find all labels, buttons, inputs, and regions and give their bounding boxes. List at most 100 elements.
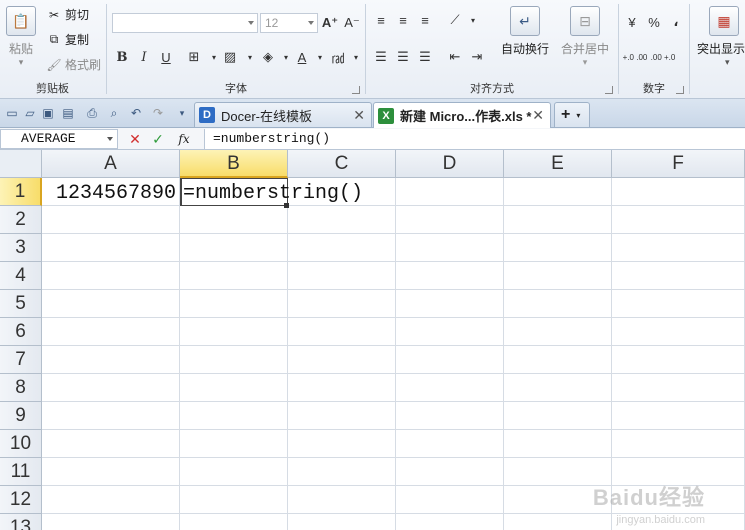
name-box-value: AVERAGE (21, 131, 76, 146)
clipboard-group: 📋 粘贴 ▾ ✂ 剪切 ⧉ 复制 🖌 格式刷 剪贴板 (0, 0, 105, 99)
increase-decimal-button[interactable]: +.0 .00 (622, 47, 648, 67)
row-gridline (42, 233, 745, 234)
row-header-11[interactable]: 11 (0, 458, 42, 486)
column-header-a[interactable]: A (42, 150, 180, 178)
chevron-down-icon[interactable]: ▾ (697, 57, 745, 68)
alignment-group-label: 对齐方式 (470, 83, 514, 95)
column-header-e[interactable]: E (504, 150, 612, 178)
underline-button[interactable]: U (156, 47, 176, 67)
copy-icon: ⧉ (49, 32, 59, 46)
new-tab-button[interactable]: + ▾ (554, 102, 590, 127)
chevron-down-icon (248, 21, 254, 25)
increase-indent-icon[interactable]: ⇥ (467, 47, 487, 67)
wrap-text-button[interactable]: ↵ 自动换行 (497, 6, 553, 57)
column-header-b[interactable]: B (180, 150, 288, 178)
save-icon[interactable]: ▣ (40, 105, 56, 121)
column-gridline (611, 178, 612, 530)
align-bottom-icon[interactable]: ≡ (415, 10, 435, 30)
row-header-12[interactable]: 12 (0, 486, 42, 514)
font-color-icon[interactable]: A (292, 47, 312, 67)
customize-toolbar-icon[interactable]: ▾ (174, 105, 190, 121)
redo-icon[interactable]: ↷ (150, 105, 166, 121)
row-header-2[interactable]: 2 (0, 206, 42, 234)
row-header-1[interactable]: 1 (0, 178, 42, 206)
cell-b1-editing[interactable]: =numberstring() (183, 182, 363, 205)
row-header-7[interactable]: 7 (0, 346, 42, 374)
font-size-combo[interactable]: 12 (260, 13, 318, 33)
currency-icon[interactable]: ¥ (622, 12, 642, 32)
name-box[interactable]: AVERAGE (0, 129, 118, 149)
formula-input[interactable]: =numberstring() (204, 129, 745, 149)
row-header-9[interactable]: 9 (0, 402, 42, 430)
align-center-icon[interactable]: ☰ (393, 47, 413, 67)
percent-button[interactable]: % (644, 12, 664, 32)
merge-center-button[interactable]: ⊟ 合并居中 ▾ (557, 6, 613, 68)
column-header-f[interactable]: F (612, 150, 745, 178)
row-header-13[interactable]: 13 (0, 514, 42, 530)
column-gridline (179, 178, 180, 530)
format-painter-button[interactable]: 🖌 格式刷 (46, 56, 101, 73)
align-middle-icon[interactable]: ≡ (393, 10, 413, 30)
chevron-down-icon[interactable]: ▾ (557, 57, 613, 68)
cell-a1[interactable]: 1234567890 (56, 182, 176, 205)
fill-color-icon[interactable]: ◈ (258, 47, 278, 67)
italic-button[interactable]: I (134, 47, 154, 67)
paste-dropdown-icon[interactable]: ▾ (4, 57, 38, 68)
dialog-launcher-icon[interactable] (605, 86, 613, 94)
cancel-icon[interactable]: ✕ (126, 130, 144, 148)
new-file-icon[interactable]: ▭ (4, 105, 20, 121)
align-left-icon[interactable]: ☰ (371, 47, 391, 67)
conditional-format-icon: ▦ (709, 6, 739, 36)
row-header-6[interactable]: 6 (0, 318, 42, 346)
cut-button[interactable]: ✂ 剪切 (46, 6, 89, 23)
insert-function-button[interactable]: fx (175, 130, 193, 148)
ribbon: 📋 粘贴 ▾ ✂ 剪切 ⧉ 复制 🖌 格式刷 剪贴板 12 A⁺ A⁻ B I … (0, 0, 745, 99)
bold-button[interactable]: B (112, 47, 132, 67)
chevron-down-icon[interactable] (107, 137, 113, 141)
undo-icon[interactable]: ↶ (128, 105, 144, 121)
print-preview-icon[interactable]: ⌕ (106, 105, 122, 121)
decrease-decimal-button[interactable]: .00 +.0 (650, 47, 676, 67)
confirm-icon[interactable]: ✓ (149, 130, 167, 148)
tab-docer-templates[interactable]: D Docer-在线模板 ✕ (194, 102, 372, 127)
copy-button[interactable]: ⧉ 复制 (46, 31, 89, 48)
export-pdf-icon[interactable]: ▤ (60, 105, 76, 121)
paste-button[interactable]: 📋 粘贴 ▾ (4, 6, 38, 68)
spreadsheet-app: 📋 粘贴 ▾ ✂ 剪切 ⧉ 复制 🖌 格式刷 剪贴板 12 A⁺ A⁻ B I … (0, 0, 745, 530)
chevron-down-icon[interactable]: ▾ (463, 10, 483, 30)
font-size-value: 12 (265, 16, 279, 30)
row-header-5[interactable]: 5 (0, 290, 42, 318)
dialog-launcher-icon[interactable] (676, 86, 684, 94)
print-icon[interactable]: ⎙ (84, 105, 100, 121)
decrease-indent-icon[interactable]: ⇤ (445, 47, 465, 67)
close-icon[interactable]: ✕ (353, 107, 365, 124)
align-top-icon[interactable]: ≡ (371, 10, 391, 30)
open-folder-icon[interactable]: ▱ (22, 105, 38, 121)
chevron-down-icon[interactable]: ▾ (240, 47, 260, 67)
comma-button[interactable]: ، (666, 12, 686, 32)
row-header-10[interactable]: 10 (0, 430, 42, 458)
column-header-c[interactable]: C (288, 150, 396, 178)
cell-style-icon[interactable]: ▨ (220, 47, 240, 67)
shrink-font-button[interactable]: A⁻ (342, 13, 362, 33)
font-group: 12 A⁺ A⁻ B I U ⊞ ▾ ▨ ▾ ◈ ▾ A ▾ ㎭ ▾ 字体 (108, 0, 364, 99)
column-header-d[interactable]: D (396, 150, 504, 178)
chevron-down-icon[interactable]: ▾ (310, 47, 330, 67)
conditional-format-button[interactable]: ▦ 突出显示 ▾ (697, 6, 745, 68)
grow-font-button[interactable]: A⁺ (320, 13, 340, 33)
chevron-down-icon[interactable]: ▾ (346, 47, 366, 67)
align-right-icon[interactable]: ☰ (415, 47, 435, 67)
row-header-3[interactable]: 3 (0, 234, 42, 262)
row-header-4[interactable]: 4 (0, 262, 42, 290)
tab-workbook[interactable]: X 新建 Micro...作表.xls * ✕ (373, 102, 551, 128)
row-header-8[interactable]: 8 (0, 374, 42, 402)
chevron-down-icon[interactable]: ▾ (576, 111, 580, 120)
select-all-corner[interactable] (0, 150, 42, 178)
column-gridline (395, 178, 396, 530)
font-name-combo[interactable] (112, 13, 258, 33)
close-icon[interactable]: ✕ (532, 107, 544, 124)
dialog-launcher-icon[interactable] (352, 86, 360, 94)
orientation-icon[interactable]: ⟋ (445, 10, 465, 30)
phonetic-icon[interactable]: ㎭ (328, 47, 348, 67)
borders-icon[interactable]: ⊞ (184, 47, 204, 67)
